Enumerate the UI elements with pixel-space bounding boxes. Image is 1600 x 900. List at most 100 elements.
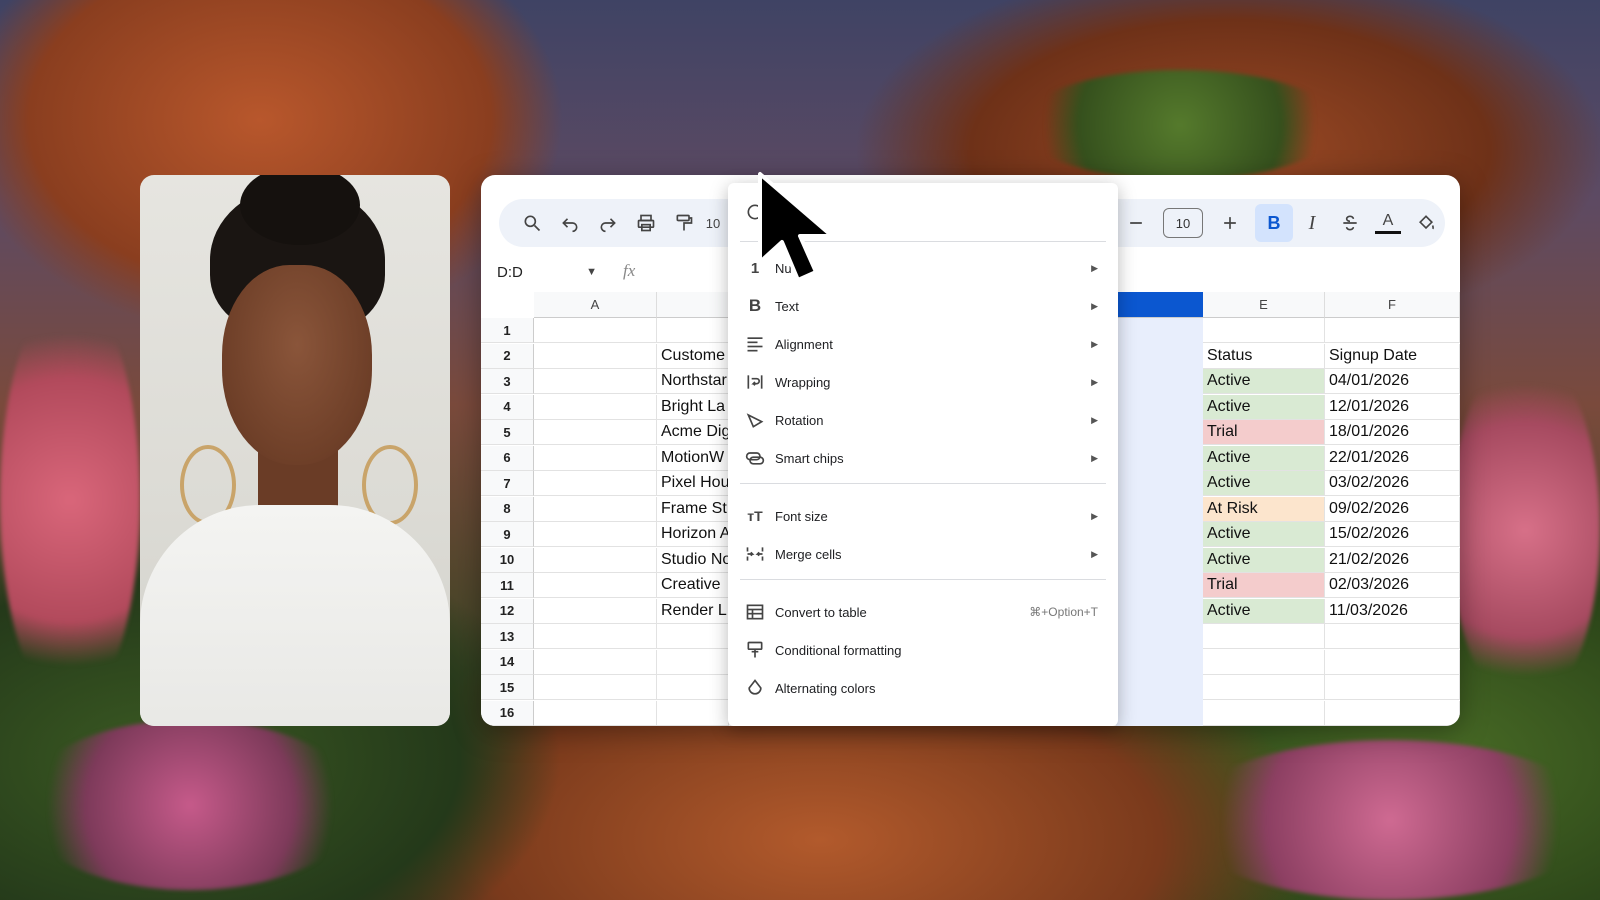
cell-b[interactable]: MotionW <box>657 445 729 471</box>
cell-b[interactable]: Studio No <box>657 547 729 573</box>
name-box[interactable]: D:D ▼ <box>497 261 597 283</box>
cell-b[interactable]: Frame St <box>657 496 729 522</box>
italic-icon[interactable]: I <box>1293 204 1331 242</box>
cell-b[interactable]: Horizon A <box>657 522 729 547</box>
menu-item-alternating-colors[interactable]: Alternating colors <box>728 669 1118 707</box>
cell-a[interactable] <box>534 369 657 394</box>
cell-signup-date[interactable]: 15/02/2026 <box>1325 522 1460 547</box>
row-header[interactable]: 3 <box>481 369 534 394</box>
cell-signup-date[interactable] <box>1325 675 1460 700</box>
cell-a[interactable] <box>534 394 657 420</box>
row-header[interactable]: 14 <box>481 649 534 675</box>
row-header[interactable]: 10 <box>481 547 534 573</box>
plus-icon[interactable] <box>1211 204 1249 242</box>
cell-b[interactable]: Acme Dig <box>657 420 729 445</box>
row-header[interactable]: 15 <box>481 675 534 700</box>
minus-icon[interactable] <box>1117 204 1155 242</box>
cell-status[interactable]: Trial <box>1203 420 1325 445</box>
cell-status[interactable] <box>1203 700 1325 726</box>
row-header[interactable]: 5 <box>481 420 534 445</box>
cell-b[interactable]: Custome <box>657 343 729 369</box>
cell-status[interactable]: Status <box>1203 343 1325 369</box>
cell-signup-date[interactable]: 09/02/2026 <box>1325 496 1460 522</box>
menu-item-convert-to-table[interactable]: Convert to table ⌘+Option+T <box>728 593 1118 631</box>
cell-a[interactable] <box>534 598 657 624</box>
undo-icon[interactable] <box>551 204 589 242</box>
cell-signup-date[interactable]: 12/01/2026 <box>1325 394 1460 420</box>
zoom-control[interactable]: 10 <box>703 204 723 242</box>
cell-signup-date[interactable]: Signup Date <box>1325 343 1460 369</box>
cell-status[interactable]: Active <box>1203 522 1325 547</box>
bold-icon[interactable]: B <box>1255 204 1293 242</box>
cell-a[interactable] <box>534 318 657 343</box>
cell-status[interactable]: Active <box>1203 369 1325 394</box>
row-header[interactable]: 6 <box>481 445 534 471</box>
row-header[interactable]: 1 <box>481 318 534 343</box>
cell-a[interactable] <box>534 445 657 471</box>
menu-item-rotation[interactable]: Rotation ▶ <box>728 401 1118 439</box>
cell-signup-date[interactable]: 22/01/2026 <box>1325 445 1460 471</box>
column-header[interactable] <box>1116 292 1203 318</box>
row-header[interactable]: 2 <box>481 343 534 369</box>
cell-signup-date[interactable]: 03/02/2026 <box>1325 471 1460 496</box>
cell-status[interactable] <box>1203 675 1325 700</box>
cell-b[interactable] <box>657 649 729 675</box>
column-header[interactable]: F <box>1325 292 1460 318</box>
cell-b[interactable]: Creative <box>657 573 729 598</box>
cell-a[interactable] <box>534 675 657 700</box>
cell-a[interactable] <box>534 471 657 496</box>
search-icon[interactable] <box>513 204 551 242</box>
cell-signup-date[interactable]: 04/01/2026 <box>1325 369 1460 394</box>
cell-a[interactable] <box>534 420 657 445</box>
cell-signup-date[interactable]: 11/03/2026 <box>1325 598 1460 624</box>
menu-item-conditional-formatting[interactable]: Conditional formatting <box>728 631 1118 669</box>
menu-item-wrapping[interactable]: Wrapping ▶ <box>728 363 1118 401</box>
row-header[interactable]: 16 <box>481 700 534 726</box>
cell-b[interactable]: Northstar <box>657 369 729 394</box>
cell-a[interactable] <box>534 522 657 547</box>
text-color-icon[interactable]: A <box>1369 204 1407 242</box>
cell-signup-date[interactable] <box>1325 649 1460 675</box>
paint-format-icon[interactable] <box>665 204 703 242</box>
cell-a[interactable] <box>534 496 657 522</box>
redo-icon[interactable] <box>589 204 627 242</box>
cell-status[interactable] <box>1203 318 1325 343</box>
cell-b[interactable]: Pixel Hou <box>657 471 729 496</box>
menu-item-smart-chips[interactable]: Smart chips ▶ <box>728 439 1118 477</box>
row-header[interactable]: 7 <box>481 471 534 496</box>
cell-b[interactable] <box>657 624 729 649</box>
row-header[interactable]: 4 <box>481 394 534 420</box>
cell-status[interactable]: Active <box>1203 471 1325 496</box>
cell-status[interactable]: Trial <box>1203 573 1325 598</box>
cell-status[interactable]: Active <box>1203 394 1325 420</box>
cell-status[interactable]: Active <box>1203 445 1325 471</box>
row-header[interactable]: 9 <box>481 522 534 547</box>
cell-b[interactable]: Bright La <box>657 394 729 420</box>
menu-item-merge-cells[interactable]: Merge cells ▶ <box>728 535 1118 573</box>
column-header[interactable]: E <box>1203 292 1325 318</box>
cell-b[interactable] <box>657 318 729 343</box>
row-header[interactable]: 11 <box>481 573 534 598</box>
strikethrough-icon[interactable] <box>1331 204 1369 242</box>
print-icon[interactable] <box>627 204 665 242</box>
row-header[interactable]: 8 <box>481 496 534 522</box>
cell-status[interactable]: Active <box>1203 598 1325 624</box>
fill-color-icon[interactable] <box>1407 204 1445 242</box>
cell-b[interactable] <box>657 700 729 726</box>
chevron-down-icon[interactable]: ▼ <box>586 266 597 278</box>
cell-signup-date[interactable] <box>1325 700 1460 726</box>
cell-b[interactable]: Render L <box>657 598 729 624</box>
cell-signup-date[interactable] <box>1325 624 1460 649</box>
cell-a[interactable] <box>534 547 657 573</box>
font-size-input[interactable]: 10 <box>1163 208 1203 238</box>
row-header[interactable]: 12 <box>481 598 534 624</box>
cell-signup-date[interactable]: 21/02/2026 <box>1325 547 1460 573</box>
column-header[interactable]: A <box>534 292 657 318</box>
column-header[interactable] <box>657 292 729 318</box>
cell-signup-date[interactable]: 02/03/2026 <box>1325 573 1460 598</box>
row-header[interactable]: 13 <box>481 624 534 649</box>
cell-b[interactable] <box>657 675 729 700</box>
cell-a[interactable] <box>534 573 657 598</box>
cell-a[interactable] <box>534 624 657 649</box>
cell-status[interactable] <box>1203 649 1325 675</box>
